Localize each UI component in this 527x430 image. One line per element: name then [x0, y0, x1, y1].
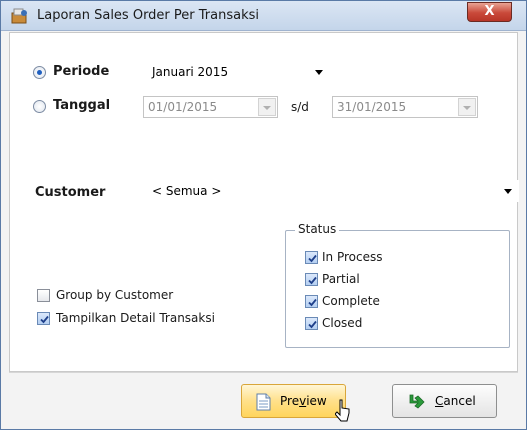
cancel-button-label: Cancel: [435, 394, 476, 408]
close-icon: X: [484, 4, 495, 19]
status-in-process-label: In Process: [322, 250, 383, 264]
checkmark-icon: [308, 254, 317, 263]
close-button[interactable]: X: [467, 2, 512, 22]
tanggal-from-value: 01/01/2015: [148, 100, 218, 114]
tanggal-to-value: 31/01/2015: [337, 100, 407, 114]
window-title: Laporan Sales Order Per Transaksi: [37, 8, 259, 23]
cancel-button[interactable]: Cancel: [392, 384, 497, 418]
status-complete-checkbox[interactable]: [305, 295, 318, 308]
status-legend: Status: [295, 222, 340, 236]
status-partial-label: Partial: [322, 272, 360, 286]
title-bar[interactable]: Laporan Sales Order Per Transaksi X: [1, 1, 526, 31]
checkmark-icon: [40, 315, 49, 324]
periode-value: Januari 2015: [152, 65, 229, 79]
checkmark-icon: [308, 276, 317, 285]
dialog-content: Periode Januari 2015 Tanggal 01/01/2015 …: [9, 32, 519, 372]
preview-button[interactable]: Preview: [241, 384, 346, 418]
report-dialog-window: Laporan Sales Order Per Transaksi X Peri…: [0, 0, 527, 430]
undo-arrow-icon: [409, 394, 425, 409]
status-groupbox: Status In Process Partial Complete Close…: [285, 222, 510, 348]
customer-select[interactable]: < Semua >: [143, 180, 519, 202]
tanggal-radio[interactable]: [33, 100, 46, 113]
checkmark-icon: [308, 320, 317, 329]
status-in-process-checkbox[interactable]: [305, 251, 318, 264]
periode-radio[interactable]: [33, 66, 46, 79]
tanggal-label: Tanggal: [53, 98, 111, 113]
status-closed-label: Closed: [322, 316, 363, 330]
status-complete-label: Complete: [322, 294, 380, 308]
checkmark-icon: [308, 298, 317, 307]
group-by-customer-label: Group by Customer: [56, 288, 174, 302]
mouse-pointer-icon: [335, 399, 350, 422]
periode-label: Periode: [53, 64, 110, 79]
document-preview-icon: [256, 393, 271, 411]
footer-divider: [9, 372, 518, 373]
customer-value: < Semua >: [152, 184, 222, 198]
status-partial-checkbox[interactable]: [305, 273, 318, 286]
report-app-icon: [11, 8, 27, 24]
group-by-customer-checkbox[interactable]: [37, 289, 50, 302]
customer-label: Customer: [35, 185, 106, 200]
date-range-separator: s/d: [291, 100, 309, 114]
tanggal-from-field[interactable]: 01/01/2015: [143, 96, 278, 118]
status-closed-checkbox[interactable]: [305, 317, 318, 330]
tampilkan-detail-checkbox[interactable]: [37, 312, 50, 325]
periode-select[interactable]: Januari 2015: [143, 61, 330, 83]
date-dropdown-icon[interactable]: [258, 98, 276, 116]
tampilkan-detail-label: Tampilkan Detail Transaksi: [56, 311, 215, 325]
preview-button-label: Preview: [280, 394, 327, 408]
date-dropdown-icon[interactable]: [458, 98, 476, 116]
chevron-down-icon: [315, 70, 323, 75]
tanggal-to-field[interactable]: 31/01/2015: [332, 96, 478, 118]
chevron-down-icon: [504, 189, 512, 194]
